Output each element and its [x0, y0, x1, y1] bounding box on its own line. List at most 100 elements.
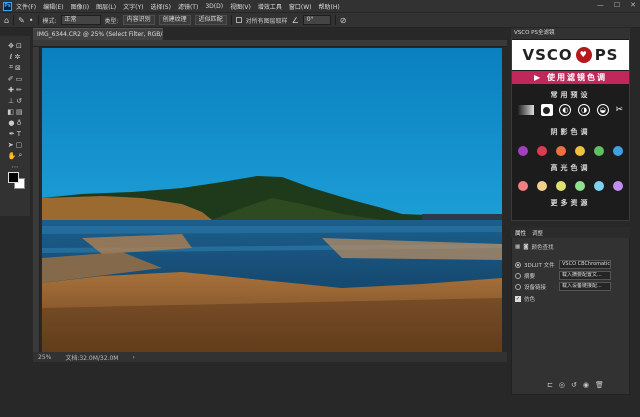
brush-size-icon[interactable]: •: [29, 16, 34, 25]
document-tab[interactable]: IMG_6344.CR2 @ 25% (Select Filter, RGB/8…: [33, 28, 163, 40]
delete-icon[interactable]: 🗑: [595, 381, 604, 389]
select-abstract[interactable]: 载入摘要配置文...: [559, 271, 611, 280]
history-brush-tool-icon[interactable]: ↺: [16, 97, 22, 105]
reset-icon[interactable]: ↺: [571, 381, 577, 389]
tab-properties[interactable]: 属性: [515, 229, 526, 237]
levels-preset-icon[interactable]: ◑: [578, 104, 591, 116]
status-arrow-icon[interactable]: ›: [132, 354, 134, 361]
magic-wand-tool-icon[interactable]: ✲: [15, 53, 21, 61]
contrast-preset-icon[interactable]: ◐: [559, 104, 572, 116]
home-icon[interactable]: ⌂: [4, 16, 9, 25]
highlight-swatch-4[interactable]: [575, 181, 585, 191]
path-select-tool-icon[interactable]: ➤: [8, 141, 14, 149]
mode-select[interactable]: 正常: [60, 15, 101, 25]
separator: [13, 15, 15, 25]
shadow-swatch-1[interactable]: [518, 146, 528, 156]
tab-adjustments[interactable]: 调整: [532, 229, 543, 237]
shadow-swatch-2[interactable]: [537, 146, 547, 156]
gradient-tool-icon[interactable]: ▤: [16, 108, 23, 116]
menu-file[interactable]: 文件(F): [16, 2, 36, 11]
crop-tool-icon[interactable]: ⌗: [9, 63, 13, 72]
properties-tabs: 属性 调整: [511, 227, 630, 238]
content-aware-button[interactable]: 内容识别: [122, 15, 155, 25]
menu-window[interactable]: 窗口(W): [289, 2, 312, 11]
menu-layer[interactable]: 图层(L): [96, 2, 116, 11]
blur-tool-icon[interactable]: ●: [8, 119, 14, 127]
clip-to-layer-icon[interactable]: ⊏: [547, 381, 553, 389]
menu-type[interactable]: 文字(Y): [123, 2, 143, 11]
view-previous-icon[interactable]: ◎: [559, 381, 565, 389]
zoom-tool-icon[interactable]: ⌕: [18, 151, 22, 160]
select-devicelink[interactable]: 载入设备链接配...: [559, 282, 611, 291]
brand-vsco: VSCO: [522, 46, 573, 64]
radio-3dlut[interactable]: [515, 262, 521, 268]
sample-all-layers-checkbox[interactable]: [235, 17, 242, 23]
more-tools-icon[interactable]: ⋯: [12, 163, 19, 171]
visibility-icon[interactable]: ◉: [583, 381, 589, 389]
shadow-swatch-5[interactable]: [594, 146, 604, 156]
separator: [334, 15, 336, 25]
option-3dlut[interactable]: 3DLUT 文件: [515, 261, 555, 269]
angle-input[interactable]: 0°: [302, 15, 331, 25]
menu-edit[interactable]: 编辑(E): [43, 2, 63, 11]
radio-abstract[interactable]: [515, 273, 521, 279]
menu-view[interactable]: 视图(V): [230, 2, 251, 11]
frame-tool-icon[interactable]: ⊠: [15, 64, 21, 72]
eraser-tool-icon[interactable]: ◧: [7, 108, 14, 116]
menu-select[interactable]: 选择(S): [150, 2, 171, 11]
menu-image[interactable]: 图像(I): [71, 2, 89, 11]
shadow-swatch-4[interactable]: [575, 146, 585, 156]
healing-brush-icon[interactable]: ✎: [18, 16, 25, 25]
text-tool-icon[interactable]: T: [17, 130, 21, 138]
stamp-tool-icon[interactable]: ⊥: [8, 97, 14, 105]
eyedropper-tool-icon[interactable]: ✐: [8, 75, 14, 83]
pressure-icon[interactable]: ⊘: [340, 16, 347, 25]
zoom-level[interactable]: 25%: [38, 354, 51, 361]
shadow-swatch-6[interactable]: [613, 146, 623, 156]
artboard-tool-icon[interactable]: ⊡: [16, 42, 22, 50]
minimize-button[interactable]: —: [597, 1, 604, 9]
dither-checkbox[interactable]: ✓: [515, 296, 521, 302]
brush-tool-icon[interactable]: ✏: [16, 86, 22, 94]
tools-preset-icon[interactable]: ✂: [615, 105, 623, 115]
highlight-swatch-1[interactable]: [518, 181, 528, 191]
menu-help[interactable]: 帮助(H): [319, 2, 340, 11]
pen-tool-icon[interactable]: ✒: [9, 130, 15, 138]
use-filter-tone-button[interactable]: ▶ 使用滤镜色调: [512, 71, 629, 84]
halftone-preset-icon[interactable]: ◒: [596, 104, 609, 116]
highlight-swatch-6[interactable]: [613, 181, 623, 191]
option-abstract[interactable]: 摘要: [515, 272, 535, 280]
vsco-panel-tab[interactable]: VSCO PS全滤镜: [511, 28, 630, 39]
vertical-ruler[interactable]: [33, 47, 40, 352]
lasso-tool-icon[interactable]: ℓ: [10, 53, 13, 61]
ruler-tool-icon[interactable]: ▭: [16, 75, 23, 83]
shadow-swatch-3[interactable]: [556, 146, 566, 156]
proximity-match-button[interactable]: 近似匹配: [194, 15, 227, 25]
section-more-resources[interactable]: 更多资源: [512, 198, 629, 208]
highlight-swatch-2[interactable]: [537, 181, 547, 191]
highlight-swatch-5[interactable]: [594, 181, 604, 191]
vignette-preset-icon[interactable]: [540, 104, 553, 116]
option-devicelink[interactable]: 设备链接: [515, 283, 546, 291]
option-dither[interactable]: ✓ 仿色: [515, 295, 535, 303]
hand-tool-icon[interactable]: ✋: [8, 152, 17, 160]
create-texture-button[interactable]: 创建纹理: [158, 15, 191, 25]
gradient-preset-icon[interactable]: [518, 105, 534, 115]
select-3dlut[interactable]: VSCO CBChromatic...: [559, 260, 611, 269]
menu-plugins[interactable]: 增效工具: [258, 2, 282, 11]
shape-tool-icon[interactable]: ▢: [16, 141, 23, 149]
highlight-swatch-3[interactable]: [556, 181, 566, 191]
adjustment-layer-icon: ▦: [515, 244, 521, 250]
healing-tool-icon[interactable]: ✚: [8, 86, 14, 94]
maximize-button[interactable]: ☐: [614, 1, 620, 9]
brand-ps: PS: [594, 46, 619, 64]
image-canvas[interactable]: [42, 48, 502, 352]
foreground-color-swatch[interactable]: [8, 172, 19, 183]
radio-devicelink[interactable]: [515, 284, 521, 290]
move-tool-icon[interactable]: ✥: [8, 42, 14, 50]
menu-filter[interactable]: 滤镜(T): [178, 2, 198, 11]
menu-3d[interactable]: 3D(D): [205, 3, 223, 10]
horizontal-ruler[interactable]: [33, 40, 507, 47]
close-button[interactable]: ✕: [630, 1, 636, 9]
dodge-tool-icon[interactable]: ♁: [16, 119, 21, 127]
